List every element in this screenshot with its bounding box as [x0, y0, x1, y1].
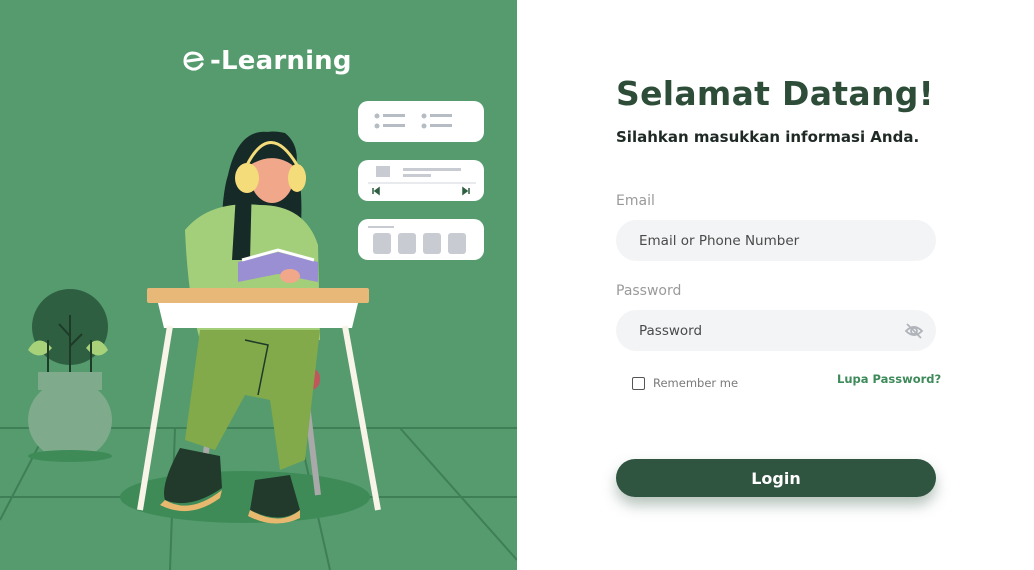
illustration-panel: -Learning	[0, 0, 517, 570]
remember-me-label: Remember me	[653, 376, 739, 390]
remember-me-checkbox[interactable]	[632, 376, 645, 390]
floating-media-card	[358, 160, 484, 201]
login-panel: Selamat Datang! Silahkan masukkan inform…	[517, 0, 1034, 570]
welcome-title: Selamat Datang!	[616, 74, 935, 113]
email-field-container	[616, 220, 936, 261]
headphone-right	[288, 164, 306, 192]
floating-list-card	[358, 101, 484, 142]
student-reading-illustration	[0, 101, 517, 570]
password-input[interactable]	[616, 310, 936, 351]
logo-text: -Learning	[210, 46, 352, 76]
e-letter-logo-icon	[183, 51, 204, 71]
password-label: Password	[616, 283, 682, 299]
remember-me[interactable]: Remember me	[632, 376, 738, 390]
password-field-container	[616, 310, 936, 351]
floor-shadow	[120, 471, 370, 523]
email-label: Email	[616, 193, 655, 209]
email-input[interactable]	[616, 220, 936, 261]
potted-plant	[28, 289, 112, 462]
floating-tiles-card	[358, 219, 484, 260]
e-learning-logo: -Learning	[182, 46, 352, 76]
headphone-left	[235, 163, 259, 193]
welcome-subtitle: Silahkan masukkan informasi Anda.	[616, 128, 920, 146]
login-button[interactable]: Login	[616, 459, 936, 497]
eye-slash-icon[interactable]	[904, 321, 924, 341]
forgot-password-link[interactable]: Lupa Password?	[837, 372, 941, 386]
